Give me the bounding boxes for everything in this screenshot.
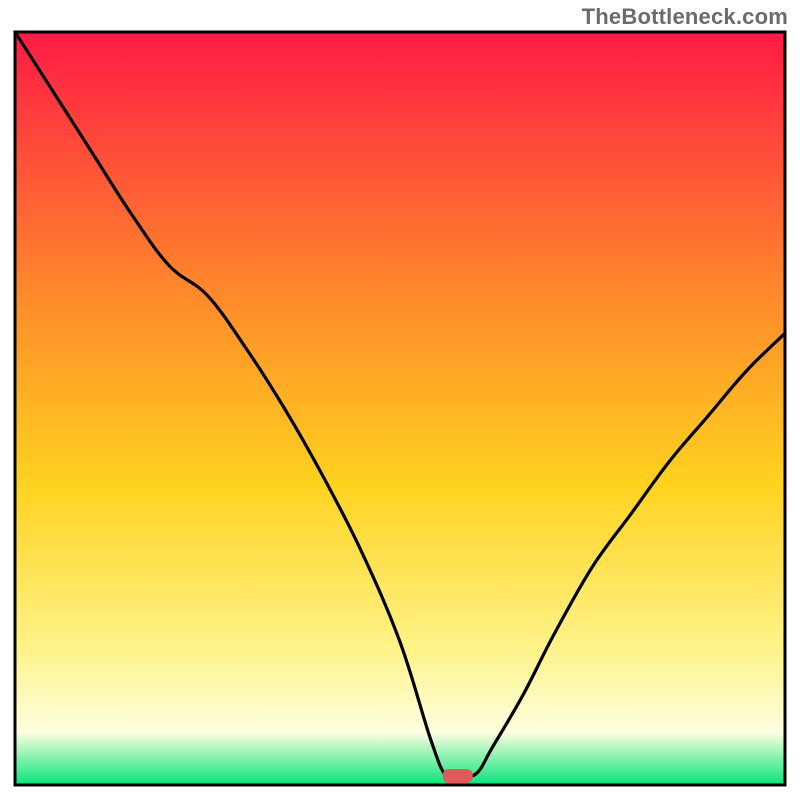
watermark-text: TheBottleneck.com <box>582 4 788 30</box>
plot-background <box>15 32 785 785</box>
chart-svg <box>0 0 800 800</box>
minimum-marker <box>443 769 473 783</box>
chart-stage: TheBottleneck.com <box>0 0 800 800</box>
